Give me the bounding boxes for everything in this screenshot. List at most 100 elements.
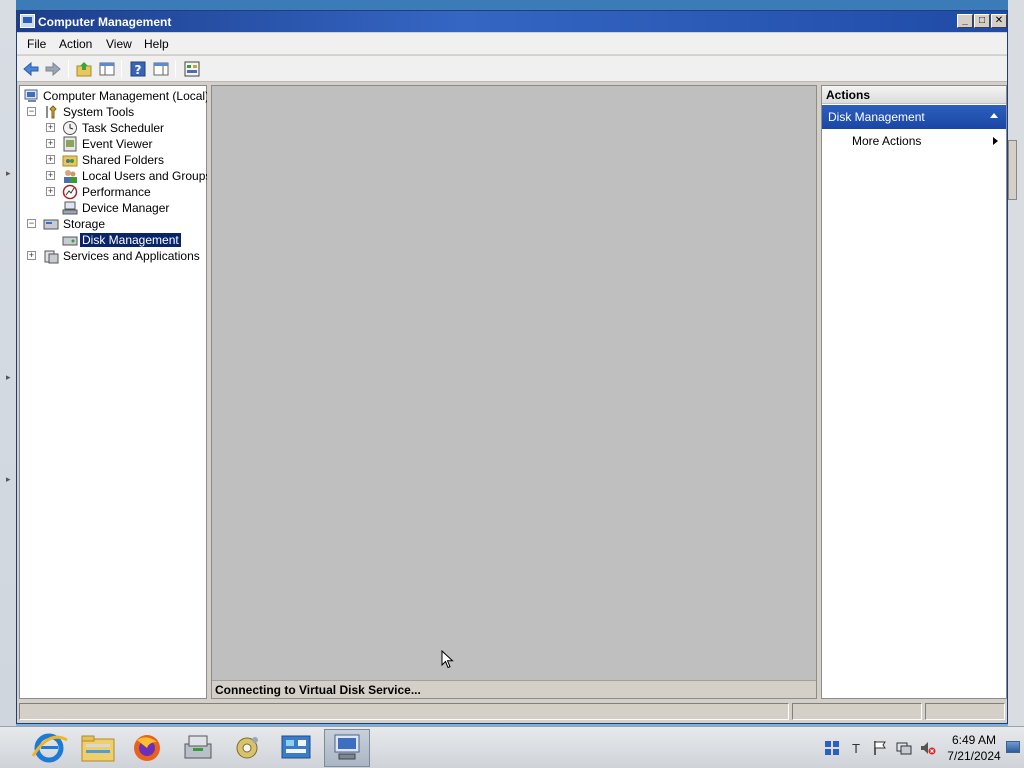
- center-status-bar: Connecting to Virtual Disk Service...: [212, 680, 816, 698]
- help-icon[interactable]: ?: [129, 60, 147, 78]
- expand-toggle[interactable]: +: [46, 155, 55, 164]
- desktop-left-strip: ▸ ▸ ▸: [0, 0, 16, 726]
- submenu-arrow-icon: [993, 137, 998, 145]
- tree-label-selected: Disk Management: [80, 233, 181, 247]
- tree-label: Shared Folders: [82, 153, 165, 167]
- action-center-flag-icon[interactable]: [872, 740, 888, 756]
- control-panel-icon: [281, 735, 311, 759]
- more-actions-item[interactable]: More Actions: [822, 132, 1006, 150]
- svg-text:?: ?: [135, 63, 142, 77]
- actions-header: Actions: [822, 86, 1006, 104]
- shared-folder-icon: [62, 155, 78, 167]
- tree-item-task-scheduler[interactable]: + Task Scheduler: [22, 120, 204, 136]
- tree-label: Event Viewer: [82, 137, 153, 151]
- tree-label: System Tools: [63, 105, 135, 119]
- svg-text:T: T: [851, 742, 860, 756]
- tools-icon: [46, 105, 57, 119]
- toolbar-separator: [121, 60, 122, 78]
- title-bar[interactable]: Computer Management _ □ ✕: [17, 11, 1007, 32]
- minimize-button[interactable]: _: [957, 14, 973, 28]
- connecting-status-text: Connecting to Virtual Disk Service...: [215, 683, 421, 697]
- firefox-button[interactable]: [124, 729, 170, 767]
- tree-label: Computer Management (Local): [43, 89, 210, 103]
- expand-toggle[interactable]: +: [46, 123, 55, 132]
- windows-flag-icon[interactable]: [824, 740, 840, 756]
- device-manager-icon: [62, 201, 78, 215]
- collapse-toggle[interactable]: −: [27, 107, 36, 116]
- tree-label: Device Manager: [82, 201, 170, 215]
- tools-gear-icon: [236, 737, 258, 759]
- menu-file[interactable]: File: [27, 37, 46, 51]
- taskbar: T 6:49 AM 7/21/2024: [0, 726, 1024, 768]
- users-icon: [64, 170, 77, 183]
- disk-management-icon: [62, 236, 78, 246]
- back-arrow-icon[interactable]: [22, 60, 40, 78]
- tree-label: Local Users and Groups: [82, 169, 212, 183]
- collapse-toggle[interactable]: −: [27, 219, 36, 228]
- window-status-bar: [17, 701, 1007, 722]
- maximize-button[interactable]: □: [974, 14, 990, 28]
- event-viewer-icon: [63, 136, 77, 152]
- actions-pane: Actions Disk Management More Actions: [821, 85, 1007, 699]
- volume-muted-icon[interactable]: [920, 740, 936, 756]
- tree-item-event-viewer[interactable]: + Event Viewer: [22, 136, 204, 152]
- tools-button[interactable]: [224, 729, 270, 767]
- tree-label: Task Scheduler: [82, 121, 165, 135]
- clock-date[interactable]: 7/21/2024: [944, 749, 1004, 763]
- services-icon: [44, 250, 59, 264]
- tree-item-computer-management[interactable]: Computer Management (Local): [22, 88, 209, 104]
- toolbar-separator: [68, 60, 69, 78]
- network-icon[interactable]: [896, 740, 912, 756]
- actions-section-disk-management[interactable]: Disk Management: [822, 105, 1006, 129]
- tree-item-disk-management[interactable]: Disk Management: [22, 232, 204, 248]
- close-button[interactable]: ✕: [991, 14, 1007, 28]
- show-hide-console-tree-icon[interactable]: [98, 60, 116, 78]
- more-actions-label: More Actions: [852, 134, 922, 148]
- properties-icon[interactable]: [183, 60, 201, 78]
- tree-item-shared-folders[interactable]: + Shared Folders: [22, 152, 204, 168]
- input-method-icon[interactable]: T: [848, 740, 864, 756]
- menu-help[interactable]: Help: [144, 37, 169, 51]
- expand-toggle[interactable]: +: [46, 171, 55, 180]
- expand-toggle[interactable]: +: [46, 187, 55, 196]
- window-title: Computer Management: [38, 15, 172, 29]
- mouse-cursor-icon: [441, 650, 454, 669]
- forward-arrow-icon[interactable]: [44, 60, 62, 78]
- menu-bar: File Action View Help: [17, 33, 1007, 55]
- server-manager-button[interactable]: [174, 729, 220, 767]
- actions-section-label: Disk Management: [828, 110, 925, 124]
- tree-item-services-and-applications[interactable]: + Services and Applications: [22, 248, 204, 264]
- file-explorer-button[interactable]: [75, 729, 121, 767]
- scrollbar-fragment[interactable]: [1008, 140, 1017, 200]
- desktop-marker: ▸: [6, 372, 11, 382]
- expand-toggle[interactable]: +: [27, 251, 36, 260]
- tree-item-device-manager[interactable]: Device Manager: [22, 200, 204, 216]
- console-tree: Computer Management (Local) − System Too…: [19, 85, 211, 699]
- tree-item-storage[interactable]: − Storage: [22, 216, 204, 232]
- disk-management-pane: Connecting to Virtual Disk Service...: [211, 85, 817, 699]
- tree-item-local-users-and-groups[interactable]: + Local Users and Groups: [22, 168, 211, 184]
- folder-icon: [81, 735, 115, 762]
- expand-toggle[interactable]: +: [46, 139, 55, 148]
- toolbar: ?: [17, 56, 1007, 82]
- status-cell: [925, 703, 1005, 720]
- computer-management-taskbar-button[interactable]: [324, 729, 370, 767]
- up-folder-icon[interactable]: [75, 60, 93, 78]
- desktop-marker: ▸: [6, 168, 11, 178]
- menu-action[interactable]: Action: [59, 37, 92, 51]
- collapse-up-icon[interactable]: [990, 113, 998, 118]
- tree-label: Services and Applications: [63, 249, 200, 263]
- show-desktop-button[interactable]: [1006, 741, 1020, 753]
- show-hide-action-pane-icon[interactable]: [152, 60, 170, 78]
- clock-time[interactable]: 6:49 AM: [944, 733, 1004, 747]
- control-panel-button[interactable]: [273, 729, 319, 767]
- storage-icon: [43, 219, 59, 230]
- tree-item-system-tools[interactable]: − System Tools: [22, 104, 204, 120]
- actions-title: Actions: [826, 88, 871, 102]
- computer-management-icon: [24, 89, 38, 102]
- firefox-icon: [134, 735, 160, 761]
- menu-view[interactable]: View: [106, 37, 132, 51]
- tree-item-performance[interactable]: + Performance: [22, 184, 204, 200]
- internet-explorer-button[interactable]: [26, 729, 72, 767]
- internet-explorer-icon: [31, 733, 68, 763]
